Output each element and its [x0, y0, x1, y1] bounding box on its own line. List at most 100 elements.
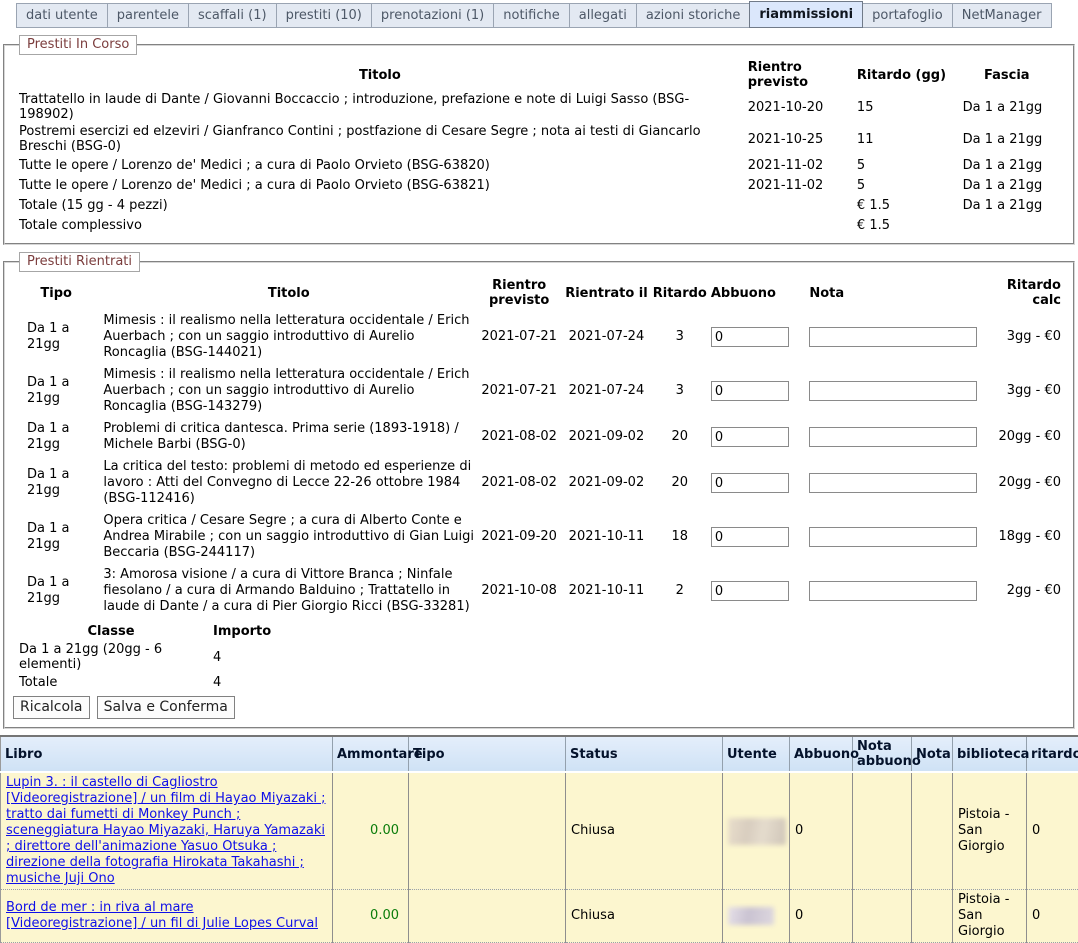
abbuono-input[interactable]: [711, 427, 789, 447]
abbuono-input[interactable]: [711, 327, 789, 347]
col-header-utente: Utente: [723, 736, 790, 772]
table-header-row: Libro Ammontare Tipo Status Utente Abbuo…: [1, 736, 1078, 772]
cell-rientro-previsto: 2021-07-21: [476, 364, 562, 418]
cell-nota: [912, 772, 953, 890]
cell-ritardo: 3: [651, 364, 709, 418]
tab-netmanager[interactable]: NetManager: [952, 3, 1052, 28]
col-header-titolo: Titolo: [101, 276, 476, 310]
nota-input[interactable]: [809, 327, 977, 347]
nota-input[interactable]: [809, 427, 977, 447]
cell-ritardo: 5: [853, 155, 951, 175]
cell-titolo: Tutte le opere / Lorenzo de' Medici ; a …: [13, 155, 743, 175]
cell-status: Chiusa: [566, 772, 723, 890]
summary-total-row: Totale 4: [13, 673, 301, 692]
nota-input[interactable]: [809, 381, 977, 401]
salva-e-conferma-button[interactable]: Salva e Conferma: [97, 696, 235, 719]
tab-prenotazioni[interactable]: prenotazioni (1): [371, 3, 494, 28]
cell-totale-label: Totale (15 gg - 4 pezzi): [13, 195, 743, 215]
tab-azioni-storiche[interactable]: azioni storiche: [636, 3, 751, 28]
cell-ritardo: 0: [1027, 890, 1078, 943]
cell-rientrato-il: 2021-10-11: [562, 510, 651, 564]
cell-nota: [912, 890, 953, 943]
col-header-abbuono: Abbuono: [709, 276, 807, 310]
prestiti-rientrati-table: Tipo Titolo Rientro previsto Rientrato i…: [13, 276, 1065, 618]
col-header-ritardo: Ritardo: [651, 276, 709, 310]
abbuono-input[interactable]: [711, 381, 789, 401]
tab-riammissioni[interactable]: riammissioni: [749, 1, 863, 28]
cell-titolo: Problemi di critica dantesca. Prima seri…: [101, 418, 476, 456]
cell-totale-complessivo-importo: € 1.5: [853, 215, 951, 235]
cell-rientro-previsto: 2021-07-21: [476, 310, 562, 364]
cell-ammontare: 0.00: [333, 890, 409, 943]
cell-tipo: Da 1 a 21gg: [13, 310, 101, 364]
tab-allegati[interactable]: allegati: [569, 3, 637, 28]
tab-dati-utente[interactable]: dati utente: [16, 3, 108, 28]
cell-rientro-previsto: 2021-10-08: [476, 564, 562, 618]
tab-portafoglio[interactable]: portafoglio: [862, 3, 953, 28]
cell-rientro-previsto: 2021-08-02: [476, 418, 562, 456]
cell-status: Chiusa: [566, 890, 723, 943]
table-row: Da 1 a 21gg Opera critica / Cesare Segre…: [13, 510, 1065, 564]
storico-riammissioni-table: Libro Ammontare Tipo Status Utente Abbuo…: [0, 735, 1078, 943]
cell-ritardo-calc: 20gg - €0: [988, 418, 1065, 456]
table-row: Da 1 a 21gg Mimesis : il realismo nella …: [13, 364, 1065, 418]
libro-link[interactable]: Lupin 3. : il castello di Cagliostro [Vi…: [6, 775, 326, 886]
cell-fascia: Da 1 a 21gg: [951, 155, 1065, 175]
cell-fascia: Da 1 a 21gg: [951, 195, 1065, 215]
ricalcola-button[interactable]: Ricalcola: [13, 696, 90, 719]
col-header-ammontare: Ammontare: [333, 736, 409, 772]
cell-titolo: 3: Amorosa visione / a cura di Vittore B…: [101, 564, 476, 618]
cell-rientrato-il: 2021-09-02: [562, 418, 651, 456]
col-header-classe: Classe: [13, 622, 211, 641]
table-row: Da 1 a 21gg La critica del testo: proble…: [13, 456, 1065, 510]
tab-prestiti[interactable]: prestiti (10): [276, 3, 372, 28]
cell-ritardo: 5: [853, 175, 951, 195]
cell-ritardo: 18: [651, 510, 709, 564]
nota-input[interactable]: [809, 473, 977, 493]
cell-ritardo: 20: [651, 418, 709, 456]
col-header-tipo: Tipo: [409, 736, 566, 772]
cell-tipo: Da 1 a 21gg: [13, 564, 101, 618]
fasce-summary-table: Classe Importo Da 1 a 21gg (20gg - 6 ele…: [13, 622, 301, 692]
abbuono-input[interactable]: [711, 527, 789, 547]
cell-tipo: [409, 772, 566, 890]
redacted-utente: [728, 818, 786, 845]
col-header-nota: Nota: [807, 276, 988, 310]
redacted-utente: [728, 907, 774, 925]
cell-titolo: Trattatello in laude di Dante / Giovanni…: [13, 91, 743, 123]
tab-bar: dati utente parentele scaffali (1) prest…: [16, 2, 1078, 28]
total-row: Totale (15 gg - 4 pezzi) € 1.5 Da 1 a 21…: [13, 195, 1065, 215]
col-header-rientro-previsto: Rientro previsto: [743, 59, 853, 91]
col-header-titolo: Titolo: [13, 59, 743, 91]
prestiti-rientrati-panel: Prestiti Rientrati Tipo Titolo Rientro p…: [3, 252, 1075, 729]
cell-tipo: Da 1 a 21gg: [13, 418, 101, 456]
cell-titolo: Opera critica / Cesare Segre ; a cura di…: [101, 510, 476, 564]
table-row: Lupin 3. : il castello di Cagliostro [Vi…: [1, 772, 1078, 890]
libro-link[interactable]: Bord de mer : in riva al mare [Videoregi…: [6, 900, 318, 931]
cell-titolo: La critica del testo: problemi di metodo…: [101, 456, 476, 510]
table-row: Tutte le opere / Lorenzo de' Medici ; a …: [13, 175, 1065, 195]
tab-notifiche[interactable]: notifiche: [493, 3, 569, 28]
cell-utente: [723, 890, 790, 943]
cell-ritardo: 11: [853, 123, 951, 155]
tab-parentele[interactable]: parentele: [107, 3, 189, 28]
tab-scaffali[interactable]: scaffali (1): [188, 3, 277, 28]
grand-total-row: Totale complessivo € 1.5: [13, 215, 1065, 235]
table-header-row: Tipo Titolo Rientro previsto Rientrato i…: [13, 276, 1065, 310]
cell-abbuono: 0: [790, 890, 853, 943]
abbuono-input[interactable]: [711, 581, 789, 601]
table-header-row: Classe Importo: [13, 622, 301, 641]
nota-input[interactable]: [809, 581, 977, 601]
cell-classe: Da 1 a 21gg (20gg - 6 elementi): [13, 641, 211, 673]
prestiti-in-corso-panel: Prestiti In Corso Titolo Rientro previst…: [3, 35, 1075, 245]
cell-tipo: Da 1 a 21gg: [13, 364, 101, 418]
cell-rientro: 2021-10-25: [743, 123, 853, 155]
cell-ritardo-calc: 3gg - €0: [988, 364, 1065, 418]
prestiti-rientrati-legend: Prestiti Rientrati: [19, 252, 140, 272]
table-row: Postremi esercizi ed elzeviri / Gianfran…: [13, 123, 1065, 155]
cell-libro: Bord de mer : in riva al mare [Videoregi…: [1, 890, 333, 943]
summary-row: Da 1 a 21gg (20gg - 6 elementi) 4: [13, 641, 301, 673]
abbuono-input[interactable]: [711, 473, 789, 493]
cell-tipo: Da 1 a 21gg: [13, 456, 101, 510]
nota-input[interactable]: [809, 527, 977, 547]
